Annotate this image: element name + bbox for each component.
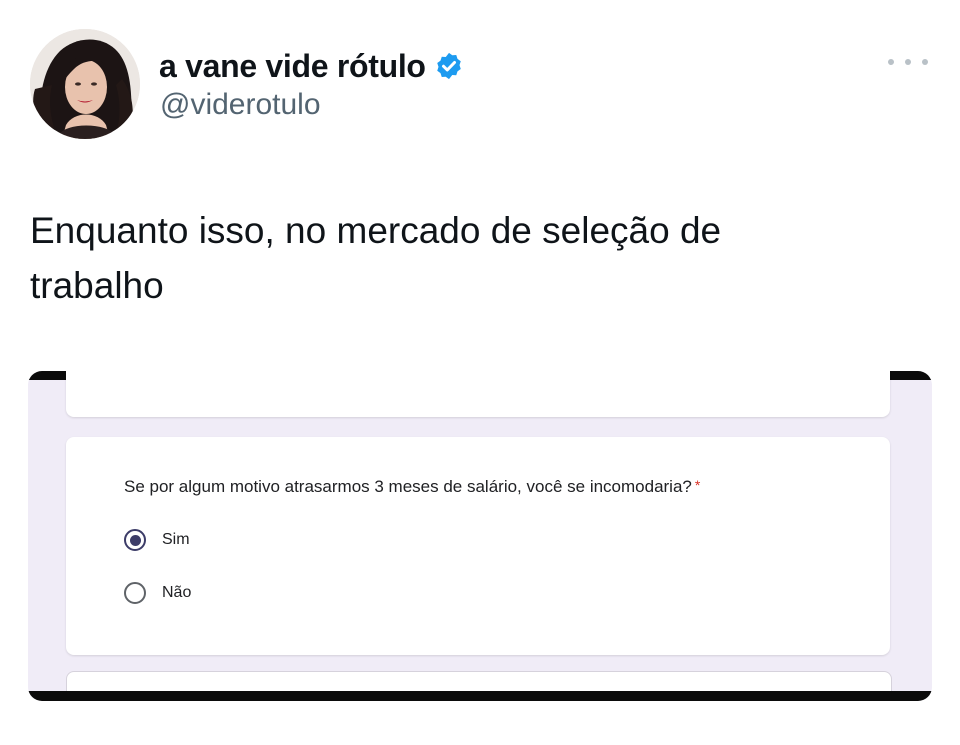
- radio-unchecked-icon[interactable]: [124, 582, 146, 604]
- profile-photo: [30, 29, 140, 139]
- form-question-card: Se por algum motivo atrasarmos 3 meses d…: [66, 437, 890, 655]
- question-title: Se por algum motivo atrasarmos 3 meses d…: [124, 477, 700, 497]
- tweet-text-line: Enquanto isso, no mercado de seleção de: [30, 210, 722, 251]
- author-display-name[interactable]: a vane vide rótulo: [159, 48, 426, 85]
- more-dot: [922, 59, 928, 65]
- option-label: Sim: [162, 531, 190, 548]
- radio-dot: [129, 534, 141, 546]
- media-bottom-border: [28, 691, 932, 701]
- form-card-previous: [66, 371, 890, 417]
- tweet-text: Enquanto isso, no mercado de seleção de …: [30, 203, 890, 313]
- required-asterisk: *: [694, 477, 701, 493]
- radio-option-nao[interactable]: Não: [124, 582, 191, 604]
- more-dot: [888, 59, 894, 65]
- option-label: Não: [162, 584, 192, 601]
- tweet-text-line: trabalho: [30, 265, 164, 306]
- question-text: Se por algum motivo atrasarmos 3 meses d…: [124, 477, 692, 496]
- tweet-media-form-screenshot[interactable]: Se por algum motivo atrasarmos 3 meses d…: [28, 371, 932, 701]
- author-name-row: a vane vide rótulo: [159, 42, 464, 90]
- more-dot: [905, 59, 911, 65]
- verified-badge-icon: [434, 51, 464, 81]
- author-handle[interactable]: @viderotulo: [160, 88, 321, 122]
- radio-checked-icon[interactable]: [124, 529, 146, 551]
- more-options-icon[interactable]: [888, 54, 928, 70]
- avatar[interactable]: [30, 29, 140, 139]
- radio-option-sim[interactable]: Sim: [124, 529, 190, 551]
